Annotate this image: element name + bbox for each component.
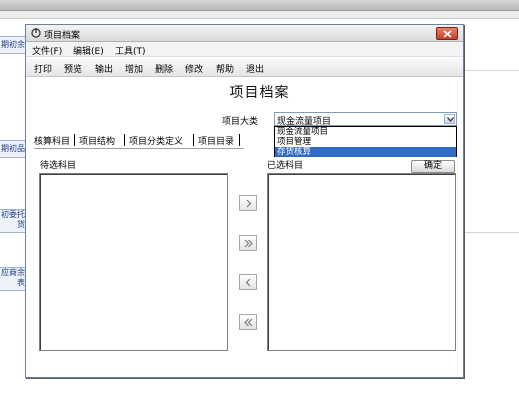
menu-bar: 文件(F) 编辑(E) 工具(T) [26, 42, 463, 57]
available-subjects-label: 待选科目 [40, 161, 77, 171]
chevron-right-icon [246, 199, 252, 208]
remove-all-button[interactable] [239, 314, 257, 330]
background-tile[interactable]: 初委托货 [0, 209, 27, 233]
tab-accounting-subjects[interactable]: 核算科目 [34, 134, 70, 147]
background-tile[interactable]: 期初余 [0, 36, 27, 54]
tab-separator [74, 134, 75, 146]
project-archive-dialog: 项目档案 文件(F) 编辑(E) 工具(T) 打印 预览 输出 增加 删除 修改… [25, 24, 464, 378]
background-left-panel: 期初余 期初品 初委托货 应商余表 [0, 19, 27, 403]
category-dropdown-list: 现金流量项目 项目管理 存货核算 [274, 126, 457, 157]
selected-subjects-label: 已选科目 [267, 161, 304, 171]
app-icon [31, 28, 41, 38]
add-one-button[interactable] [239, 195, 257, 211]
available-subjects-list[interactable] [39, 173, 228, 351]
background-right-panel [463, 19, 519, 403]
print-button[interactable]: 打印 [34, 62, 52, 75]
preview-button[interactable]: 预览 [64, 62, 82, 75]
menu-file[interactable]: 文件(F) [32, 44, 62, 57]
chevron-down-icon [447, 117, 454, 122]
tab-category-definition[interactable]: 项目分类定义 [129, 134, 183, 147]
background-divider [463, 70, 519, 71]
double-chevron-right-icon [244, 239, 253, 248]
close-icon [443, 30, 452, 38]
export-button[interactable]: 输出 [95, 62, 113, 75]
help-button[interactable]: 帮助 [216, 62, 234, 75]
remove-one-button[interactable] [239, 274, 257, 290]
selected-subjects-list[interactable] [267, 173, 456, 351]
background-tile[interactable]: 期初品 [0, 140, 27, 158]
add-button[interactable]: 增加 [125, 62, 143, 75]
dialog-title: 项目档案 [44, 31, 81, 41]
page-title: 项目档案 [229, 85, 290, 101]
dropdown-option[interactable]: 现金流量项目 [275, 127, 456, 137]
confirm-button[interactable]: 确定 [411, 160, 455, 173]
tab-project-structure[interactable]: 项目结构 [79, 134, 115, 147]
background-divider [463, 232, 519, 233]
category-select[interactable]: 现金流量项目 [274, 112, 457, 127]
background-toolbar-strip [0, 11, 519, 19]
tab-project-catalog[interactable]: 项目目录 [198, 134, 234, 147]
dropdown-option-selected[interactable]: 存货核算 [275, 147, 456, 157]
modify-button[interactable]: 修改 [185, 62, 203, 75]
tab-separator [239, 134, 240, 146]
dropdown-option[interactable]: 项目管理 [275, 137, 456, 147]
tab-underline [34, 148, 244, 149]
background-window-titlebar [0, 0, 519, 11]
dialog-titlebar[interactable]: 项目档案 [26, 25, 463, 42]
menu-edit[interactable]: 编辑(E) [73, 44, 104, 57]
close-button[interactable] [436, 27, 458, 40]
category-label: 项目大类 [222, 117, 259, 127]
tab-separator [193, 134, 194, 146]
tab-separator [124, 134, 125, 146]
exit-button[interactable]: 退出 [246, 62, 264, 75]
double-chevron-left-icon [244, 318, 253, 327]
background-tile[interactable]: 应商余表 [0, 267, 27, 291]
toolbar: 打印 预览 输出 增加 删除 修改 帮助 退出 [26, 58, 463, 77]
chevron-left-icon [245, 278, 251, 287]
add-all-button[interactable] [239, 235, 257, 251]
dropdown-arrow-button[interactable] [444, 114, 455, 124]
delete-button[interactable]: 删除 [155, 62, 173, 75]
menu-tools[interactable]: 工具(T) [115, 44, 146, 57]
